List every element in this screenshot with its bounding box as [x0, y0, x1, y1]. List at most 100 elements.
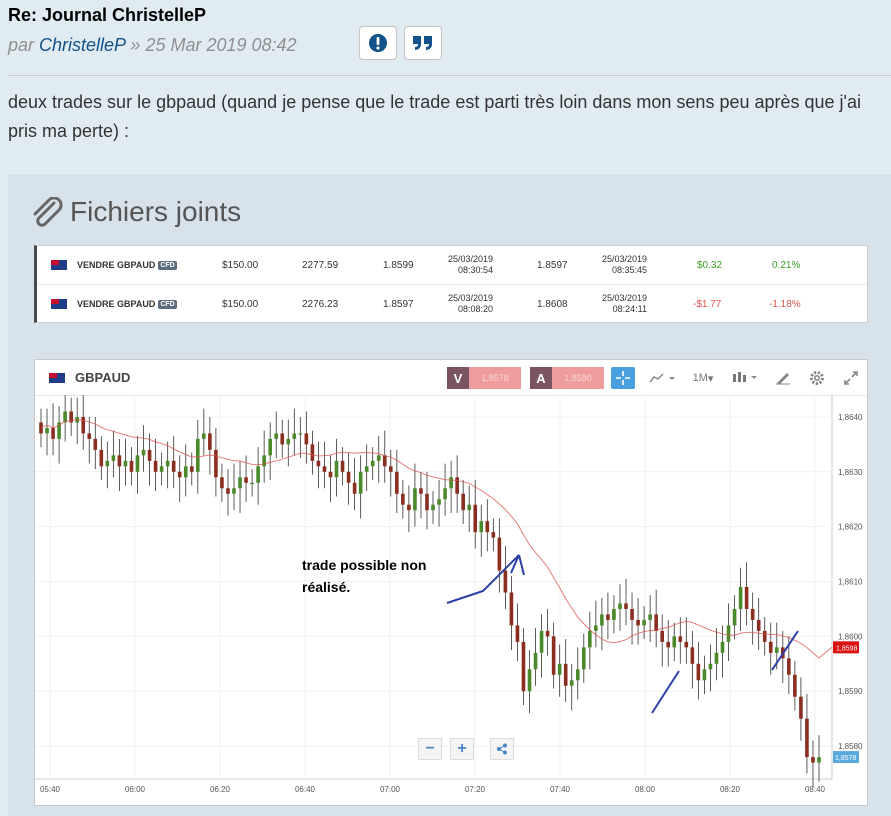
- candle: [316, 441, 321, 489]
- candle: [407, 485, 411, 533]
- candle-body: [720, 641, 725, 653]
- candle: [370, 447, 375, 481]
- price-chart: GBPAUD V 1,8578 A 1,8580 1M ▾ 1,8640 1,8…: [34, 359, 868, 806]
- share-button[interactable]: [490, 738, 514, 760]
- attachments-heading-text: Fichiers joints: [70, 196, 242, 227]
- candle: [618, 584, 622, 631]
- report-button[interactable]: [359, 26, 397, 60]
- candle-body: [268, 438, 272, 456]
- candle-body: [147, 449, 152, 461]
- candle-body: [250, 482, 254, 484]
- candle-body: [636, 619, 640, 626]
- candle: [515, 603, 520, 662]
- post-date: 25 Mar 2019 08:42: [145, 35, 297, 55]
- candle: [280, 419, 285, 459]
- fullscreen-button[interactable]: [841, 367, 861, 389]
- candle-body: [648, 614, 652, 620]
- candle: [684, 617, 689, 664]
- x-tick-label: 08:00: [635, 785, 656, 794]
- trade-open-datetime: 25/03/2019 08:08:20: [447, 293, 493, 314]
- timeframe-button[interactable]: 1M ▾: [689, 367, 717, 389]
- sell-button[interactable]: V 1,8578: [447, 367, 521, 389]
- candle-body: [256, 466, 260, 483]
- annotation-arrow: [446, 554, 520, 604]
- draw-button[interactable]: [773, 367, 793, 389]
- candle: [569, 663, 574, 711]
- candle-body: [159, 466, 164, 472]
- candle-body: [449, 477, 453, 489]
- candle-body: [750, 608, 755, 620]
- moving-average-line: [40, 418, 833, 659]
- candle-body: [581, 647, 586, 670]
- candle: [811, 740, 815, 788]
- candle-body: [588, 630, 592, 648]
- candle-body: [376, 455, 381, 461]
- candle: [346, 452, 351, 505]
- candle: [39, 408, 43, 448]
- chart-grid: [35, 395, 833, 780]
- chart-type-icon: [649, 373, 675, 383]
- y-tick-label: 1,8640: [838, 413, 863, 422]
- candle-body: [153, 460, 158, 472]
- candle-body: [87, 433, 92, 439]
- candle-body: [292, 433, 297, 439]
- candle: [503, 545, 508, 609]
- candle-body: [388, 466, 393, 472]
- author-link[interactable]: ChristelleP: [39, 35, 125, 55]
- candle-body: [280, 433, 285, 445]
- candle: [732, 595, 737, 640]
- candles-button[interactable]: [729, 367, 761, 389]
- trade-row: VENDRE GBPAUD CFD $150.00 2276.23 1.8597 …: [37, 285, 867, 323]
- post-title[interactable]: Re: Journal ChristelleP: [8, 5, 206, 26]
- candle-body: [364, 466, 369, 472]
- candle: [111, 430, 116, 478]
- candle-body: [642, 619, 646, 626]
- annotation-arrow-head: [510, 554, 525, 576]
- candle: [159, 452, 164, 486]
- candle: [817, 735, 821, 782]
- candle: [588, 611, 592, 670]
- timeframe-label: 1M: [692, 372, 708, 384]
- candle-body: [117, 455, 122, 467]
- candle-body: [793, 674, 797, 697]
- candle: [449, 460, 453, 513]
- candle-body: [491, 532, 496, 538]
- buy-button[interactable]: A 1,8580: [530, 367, 604, 389]
- candle-body: [533, 652, 538, 670]
- attachments-heading: Fichiers joints: [30, 196, 241, 228]
- candle: [545, 608, 550, 656]
- candle: [756, 597, 761, 651]
- candle-body: [467, 504, 472, 511]
- zoom-out-button[interactable]: −: [418, 738, 442, 760]
- candle-body: [684, 641, 689, 648]
- candles-icon: [733, 372, 757, 382]
- candle-body: [479, 521, 484, 533]
- x-tick-label: 07:00: [380, 785, 401, 794]
- candle: [805, 693, 809, 774]
- candle-body: [600, 614, 604, 626]
- candle: [799, 677, 803, 741]
- candle-body: [696, 663, 701, 681]
- candle: [183, 444, 188, 497]
- zoom-in-button[interactable]: +: [450, 738, 474, 760]
- candle-body: [714, 652, 719, 664]
- trade-close-datetime: 25/03/2019 08:24:11: [601, 293, 647, 314]
- quote-button[interactable]: [404, 26, 442, 60]
- candle-body: [557, 663, 562, 675]
- candle: [358, 455, 363, 519]
- settings-button[interactable]: [807, 367, 827, 389]
- candle-body: [45, 427, 49, 434]
- x-tick-label: 06:40: [295, 785, 316, 794]
- candle-body: [262, 455, 266, 467]
- candle-body: [99, 449, 104, 467]
- trade-units: 2277.59: [302, 259, 339, 271]
- crosshair-button[interactable]: [611, 367, 635, 389]
- candle-body: [612, 608, 616, 620]
- candle: [479, 504, 484, 557]
- candle: [123, 438, 128, 486]
- candle: [768, 622, 773, 675]
- candle-body: [310, 444, 315, 461]
- candle: [135, 436, 140, 494]
- chart-type-button[interactable]: [647, 367, 679, 389]
- trade-pl-pct: 0.21%: [772, 259, 801, 271]
